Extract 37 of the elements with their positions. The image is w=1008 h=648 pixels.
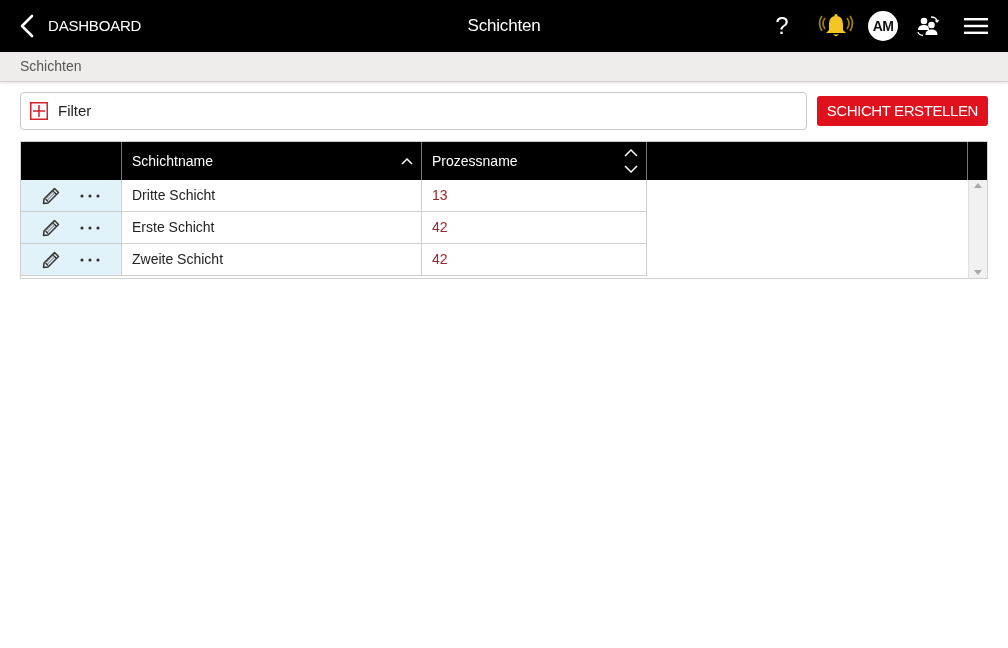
pencil-icon — [42, 186, 60, 205]
edit-button[interactable] — [42, 250, 60, 269]
table-cell: Zweite Schicht — [122, 244, 422, 276]
avatar-button[interactable]: AM — [868, 11, 898, 41]
scrollbar[interactable] — [968, 180, 987, 278]
table-cell: 13 — [422, 180, 647, 212]
page-title: Schichten — [467, 15, 541, 37]
edit-button[interactable] — [42, 186, 60, 205]
edit-button[interactable] — [42, 218, 60, 237]
more-dots-icon — [80, 257, 100, 262]
more-button[interactable] — [80, 193, 100, 198]
table-cell: 42 — [422, 244, 647, 276]
people-swap-icon — [916, 15, 940, 37]
triangle-down-icon — [974, 270, 982, 275]
more-button[interactable] — [80, 257, 100, 262]
column-header[interactable]: Prozessname — [422, 142, 647, 180]
notifications-button[interactable] — [818, 13, 854, 39]
breadcrumb-item: Schichten — [20, 57, 82, 76]
more-dots-icon — [80, 225, 100, 230]
more-dots-icon — [80, 193, 100, 198]
chevron-left-icon — [20, 14, 34, 38]
more-button[interactable] — [80, 225, 100, 230]
help-button[interactable]: ? — [772, 14, 792, 38]
pencil-icon — [42, 218, 60, 237]
pencil-icon — [42, 250, 60, 269]
people-button[interactable] — [916, 15, 940, 37]
menu-button[interactable] — [964, 18, 988, 34]
table-cell: 42 — [422, 212, 647, 244]
triangle-up-icon — [974, 183, 982, 188]
create-shift-button[interactable]: SCHICHT ERSTELLEN — [816, 96, 988, 126]
back-link[interactable]: DASHBOARD — [20, 14, 142, 38]
table-cell: Erste Schicht — [122, 212, 422, 244]
column-header[interactable]: Schichtname — [122, 142, 422, 180]
table-cell: Dritte Schicht — [122, 180, 422, 212]
menu-icon — [964, 18, 988, 34]
ringing-bell-icon — [818, 13, 854, 39]
filter-toggle[interactable]: Filter — [20, 92, 807, 130]
